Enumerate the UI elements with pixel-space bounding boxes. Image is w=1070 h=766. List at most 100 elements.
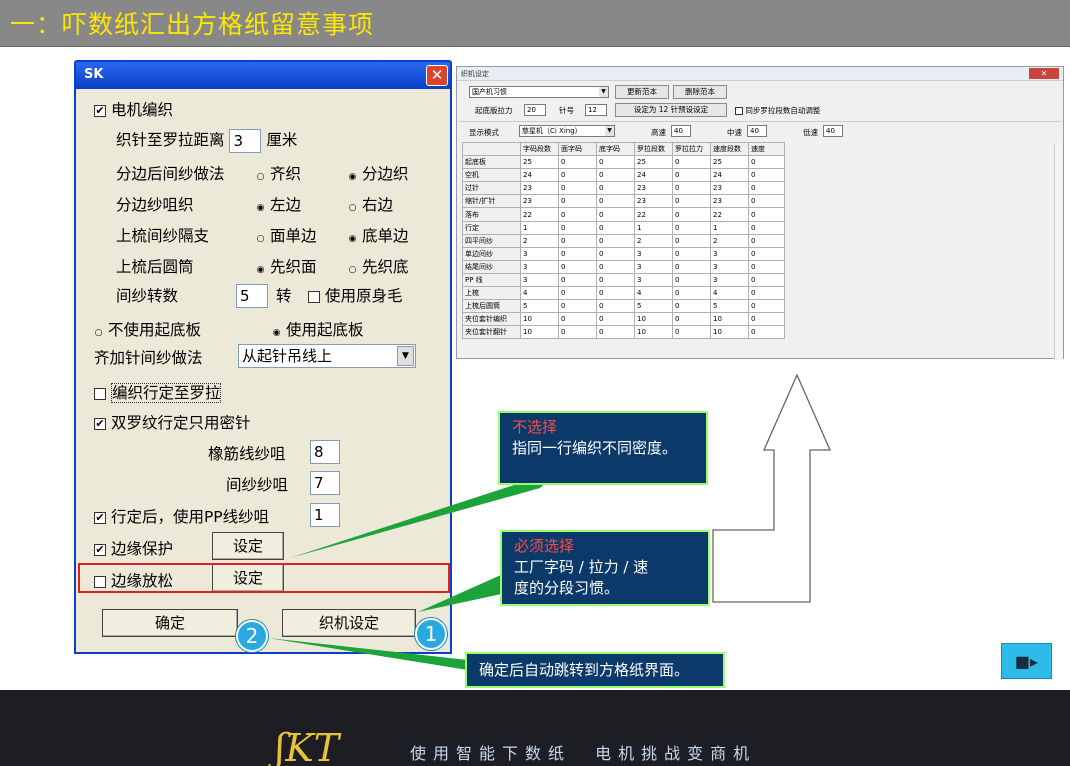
table-cell[interactable]: 0 <box>748 325 785 340</box>
table-cell[interactable]: 0 <box>558 155 597 170</box>
table-cell[interactable]: 0 <box>672 181 711 196</box>
table-cell[interactable]: 0 <box>596 246 635 261</box>
table-cell[interactable]: 0 <box>596 299 635 314</box>
table-cell[interactable]: 0 <box>748 194 785 209</box>
table-cell[interactable]: 四平间纱 <box>462 233 521 248</box>
rubber-input[interactable]: 8 <box>310 440 340 464</box>
table-cell[interactable]: 0 <box>748 233 785 248</box>
table-cell[interactable]: 23 <box>710 194 749 209</box>
table-cell[interactable]: 0 <box>672 286 711 301</box>
table-cell[interactable]: 0 <box>596 233 635 248</box>
table-cell[interactable]: 25 <box>634 155 673 170</box>
comb-back-radio[interactable]: ◉ 底单边 <box>348 224 409 246</box>
table-cell[interactable]: 10 <box>520 325 559 340</box>
table-cell[interactable]: 0 <box>672 194 711 209</box>
table-cell[interactable]: 0 <box>596 272 635 288</box>
split-opt2-radio[interactable]: ◉ 分边织 <box>348 162 409 184</box>
table-cell[interactable]: 23 <box>520 194 559 209</box>
table-cell[interactable]: 结尾间纱 <box>462 259 521 274</box>
table-cell[interactable]: 23 <box>520 181 559 196</box>
row-to-roller-checkbox[interactable]: 编织行定至罗拉 <box>94 381 222 403</box>
table-cell[interactable]: 0 <box>558 312 597 327</box>
sync-checkbox[interactable]: 同步罗拉段数自动调整 <box>735 105 820 116</box>
video-camera-icon[interactable]: ■▸ <box>1001 643 1052 679</box>
table-cell[interactable]: 3 <box>710 259 749 274</box>
table-cell[interactable]: 0 <box>596 259 635 274</box>
table-cell[interactable]: 10 <box>520 312 559 327</box>
table-cell[interactable]: 0 <box>672 272 711 288</box>
table-cell[interactable]: 0 <box>558 168 597 183</box>
motor-knit-checkbox[interactable]: ✔ 电机编织 <box>94 98 173 120</box>
no-start-plate-radio[interactable]: ○ 不使用起底板 <box>94 318 201 340</box>
edge-protect-set-button[interactable]: 设定 <box>212 532 284 560</box>
table-cell[interactable]: 上梳后圆筒 <box>462 299 521 314</box>
table-cell[interactable]: 3 <box>520 259 559 274</box>
tube-face-radio[interactable]: ◉ 先织面 <box>256 255 317 277</box>
high-speed-input[interactable]: 40 <box>671 125 691 137</box>
table-cell[interactable]: 4 <box>520 286 559 301</box>
table-cell[interactable]: 落布 <box>462 207 521 222</box>
table-cell[interactable]: 3 <box>520 246 559 261</box>
table-cell[interactable]: 单边间纱 <box>462 246 521 261</box>
table-cell[interactable]: 4 <box>710 286 749 301</box>
table-cell[interactable]: 夹位套针编织 <box>462 312 521 327</box>
table-scrollbar[interactable] <box>1054 143 1063 360</box>
table-cell[interactable]: 0 <box>672 233 711 248</box>
add-needle-select[interactable]: 从起针吊线上 ▼ <box>238 344 416 368</box>
table-cell[interactable]: 0 <box>748 312 785 327</box>
preset-button[interactable]: 设定为 12 针预设设定 <box>615 103 727 117</box>
table-cell[interactable]: 0 <box>748 181 785 196</box>
table-cell[interactable]: 0 <box>596 286 635 301</box>
table-cell[interactable]: 0 <box>748 272 785 288</box>
split-opt1-radio[interactable]: ○ 齐织 <box>256 162 301 184</box>
mid-speed-input[interactable]: 40 <box>747 125 767 137</box>
table-cell[interactable]: 5 <box>634 299 673 314</box>
display-mode-select[interactable]: 慈星机（Ci Xing） ▼ <box>519 125 615 137</box>
table-cell[interactable]: 1 <box>634 220 673 235</box>
table-cell[interactable]: 24 <box>634 168 673 183</box>
close-icon[interactable]: ✕ <box>426 65 448 86</box>
low-speed-input[interactable]: 40 <box>823 125 843 137</box>
splitzu-right-radio[interactable]: ○ 右边 <box>348 193 393 215</box>
table-cell[interactable]: 0 <box>558 272 597 288</box>
table-cell[interactable]: 起底板 <box>462 155 521 170</box>
needle-distance-input[interactable]: 3 <box>229 128 262 153</box>
table-cell[interactable]: 4 <box>634 286 673 301</box>
splitzu-left-radio[interactable]: ◉ 左边 <box>256 193 301 215</box>
table-cell[interactable]: 0 <box>672 220 711 235</box>
table-cell[interactable]: 0 <box>596 194 635 209</box>
comb-face-radio[interactable]: ○ 面单边 <box>256 224 317 246</box>
close-icon[interactable]: ✕ <box>1029 68 1059 79</box>
table-cell[interactable]: 5 <box>710 299 749 314</box>
table-cell[interactable]: 0 <box>672 246 711 261</box>
table-cell[interactable]: 0 <box>672 259 711 274</box>
table-cell[interactable]: 3 <box>634 246 673 261</box>
table-cell[interactable]: PP 线 <box>462 272 521 288</box>
table-cell[interactable]: 10 <box>634 325 673 340</box>
table-cell[interactable]: 0 <box>748 207 785 222</box>
table-cell[interactable]: 0 <box>672 207 711 222</box>
table-cell[interactable]: 0 <box>596 220 635 235</box>
machine-settings-button[interactable]: 织机设定 <box>282 609 416 637</box>
table-cell[interactable]: 23 <box>634 181 673 196</box>
table-cell[interactable]: 10 <box>634 312 673 327</box>
table-cell[interactable]: 22 <box>520 207 559 222</box>
update-template-button[interactable]: 更新范本 <box>615 85 669 99</box>
pp-input[interactable]: 1 <box>310 503 340 527</box>
table-cell[interactable]: 3 <box>710 246 749 261</box>
table-cell[interactable]: 0 <box>672 168 711 183</box>
table-cell[interactable]: 10 <box>710 312 749 327</box>
table-cell[interactable]: 22 <box>710 207 749 222</box>
use-start-plate-radio[interactable]: ◉ 使用起底板 <box>272 318 364 340</box>
ok-button[interactable]: 确定 <box>102 609 238 637</box>
chevron-down-icon[interactable]: ▼ <box>605 126 614 136</box>
table-cell[interactable]: 0 <box>672 325 711 340</box>
table-cell[interactable]: 0 <box>596 168 635 183</box>
table-cell[interactable]: 上梳 <box>462 286 521 301</box>
table-cell[interactable]: 0 <box>748 286 785 301</box>
chevron-down-icon[interactable]: ▼ <box>397 346 414 366</box>
table-cell[interactable]: 0 <box>558 259 597 274</box>
table-cell[interactable]: 0 <box>748 220 785 235</box>
table-cell[interactable]: 0 <box>558 286 597 301</box>
table-cell[interactable]: 空机 <box>462 168 521 183</box>
